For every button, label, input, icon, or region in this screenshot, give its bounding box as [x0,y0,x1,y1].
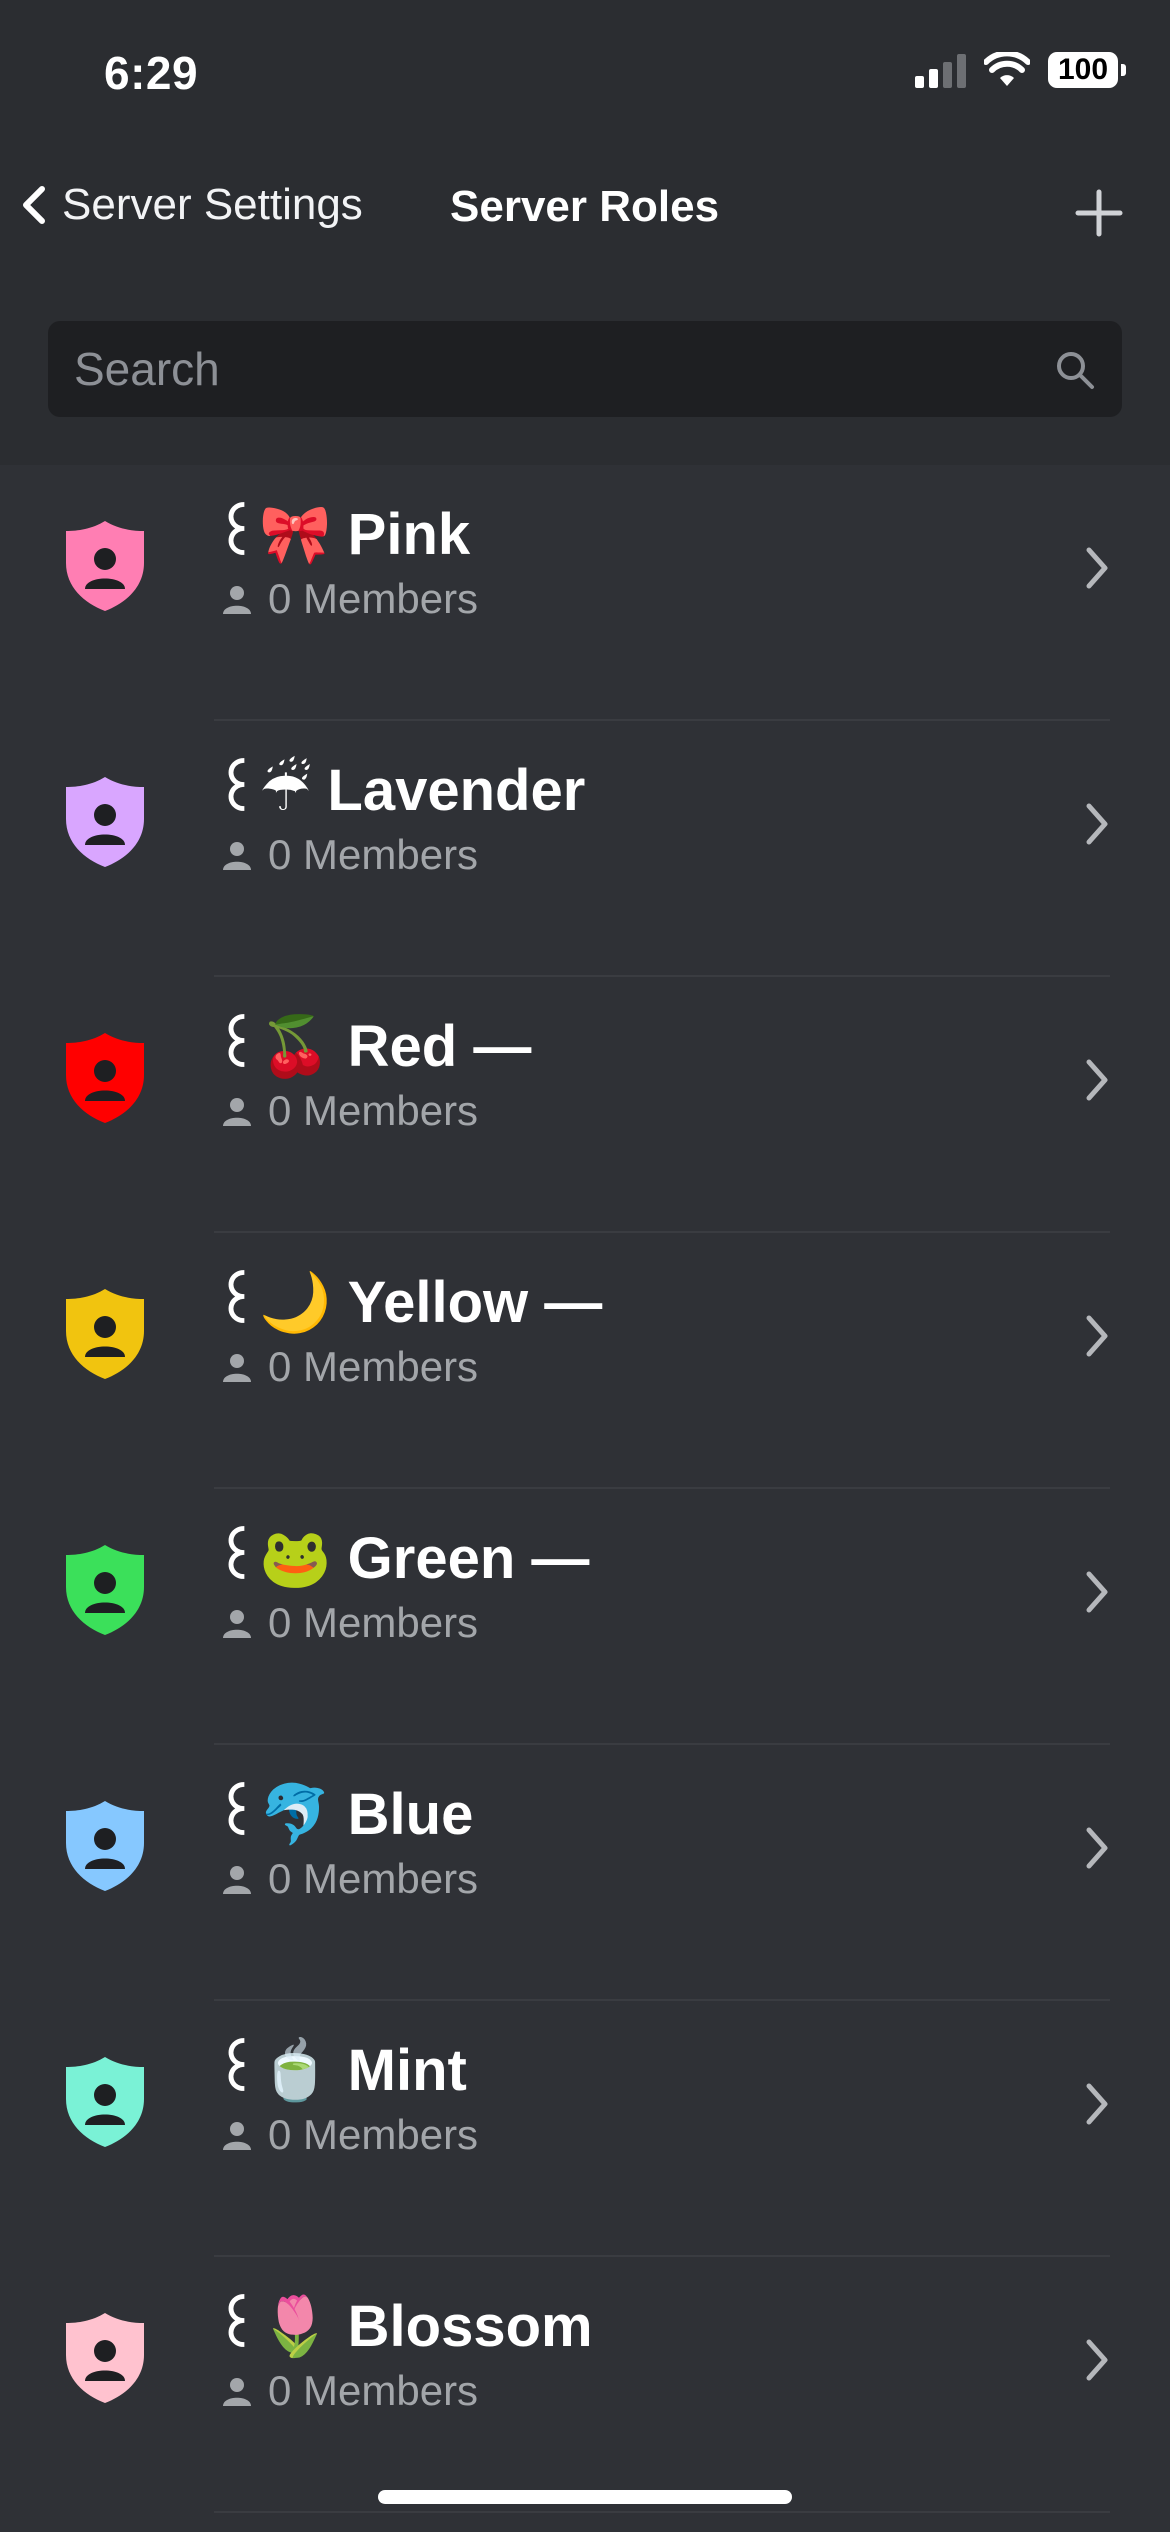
role-row[interactable]: ꒰🐸 Green — 0 Members [0,1489,1170,1745]
role-row[interactable]: ꒰☔ Lavender 0 Members [0,721,1170,977]
role-row[interactable]: ꒰🎀 Pink 0 Members [0,465,1170,721]
role-row[interactable]: ꒰🐬 Blue 0 Members [0,1745,1170,2001]
role-members: 0 Members [220,2111,478,2159]
chevron-right-icon [1086,803,1108,845]
role-members: 0 Members [220,1599,478,1647]
back-button[interactable]: Server Settings [20,180,363,230]
navigation-bar: Server Settings Server Roles [0,150,1170,277]
role-members: 0 Members [220,1855,478,1903]
role-name: ꒰🍒 Red — [214,1014,532,1079]
role-shield-icon [66,521,144,611]
member-count: 0 Members [268,575,479,622]
chevron-right-icon [1086,547,1108,589]
role-shield-icon [66,777,144,867]
person-icon [223,1866,251,1894]
battery-icon: 100 [1048,52,1126,88]
role-row[interactable]: ꒰🍵 Mint 0 Members [0,2001,1170,2257]
role-shield-icon [66,1545,144,1635]
add-role-button[interactable] [1066,180,1132,246]
chevron-right-icon [1086,2083,1108,2125]
person-icon [223,1354,251,1382]
role-name: ꒰🐬 Blue [214,1782,474,1847]
member-count: 0 Members [268,831,479,878]
home-indicator [378,2490,792,2504]
member-count: 0 Members [268,1087,479,1134]
chevron-right-icon [1086,1827,1108,1869]
chevron-right-icon [1086,1059,1108,1101]
chevron-right-icon [1086,1571,1108,1613]
status-bar: 6:29 100 [0,0,1170,150]
role-name: ꒰🎀 Pink [214,502,471,567]
role-row[interactable]: ꒰🌷 Blossom 0 Members [0,2257,1170,2513]
person-icon [223,1098,251,1126]
person-icon [223,1610,251,1638]
person-icon [223,586,251,614]
role-list: ꒰🎀 Pink 0 Members ꒰☔ Lavender 0 Members [0,465,1170,2513]
role-shield-icon [66,1801,144,1891]
role-name: ꒰🌙 Yellow — [214,1270,603,1335]
role-name: ꒰🐸 Green — [214,1526,590,1591]
role-members: 0 Members [220,831,478,879]
role-shield-icon [66,1289,144,1379]
member-count: 0 Members [268,2111,479,2158]
row-divider [214,2511,1110,2513]
role-members: 0 Members [220,1087,478,1135]
wifi-icon [984,52,1030,86]
back-label: Server Settings [62,180,363,229]
chevron-right-icon [1086,2339,1108,2381]
cellular-signal-icon [915,52,966,88]
role-shield-icon [66,2057,144,2147]
page-title: Server Roles [450,182,720,231]
search-icon [1057,352,1094,389]
person-icon [223,842,251,870]
status-time: 6:29 [104,47,199,99]
role-name: ꒰☔ Lavender [214,758,586,823]
chevron-left-icon [23,186,45,224]
member-count: 0 Members [268,2367,479,2414]
role-row[interactable]: ꒰🍒 Red — 0 Members [0,977,1170,1233]
role-members: 0 Members [220,1343,478,1391]
role-name: ꒰🌷 Blossom [214,2294,593,2359]
member-count: 0 Members [268,1343,479,1390]
system-icons: 100 [915,52,1126,88]
member-count: 0 Members [268,1855,479,1902]
chevron-right-icon [1086,1315,1108,1357]
person-icon [223,2122,251,2150]
search-box[interactable] [48,321,1122,417]
role-members: 0 Members [220,2367,478,2415]
role-shield-icon [66,2313,144,2403]
search-input[interactable] [72,341,1036,397]
person-icon [223,2378,251,2406]
role-name: ꒰🍵 Mint [214,2038,467,2103]
role-shield-icon [66,1033,144,1123]
member-count: 0 Members [268,1599,479,1646]
role-members: 0 Members [220,575,478,623]
search-area [0,275,1170,465]
role-row[interactable]: ꒰🌙 Yellow — 0 Members [0,1233,1170,1489]
